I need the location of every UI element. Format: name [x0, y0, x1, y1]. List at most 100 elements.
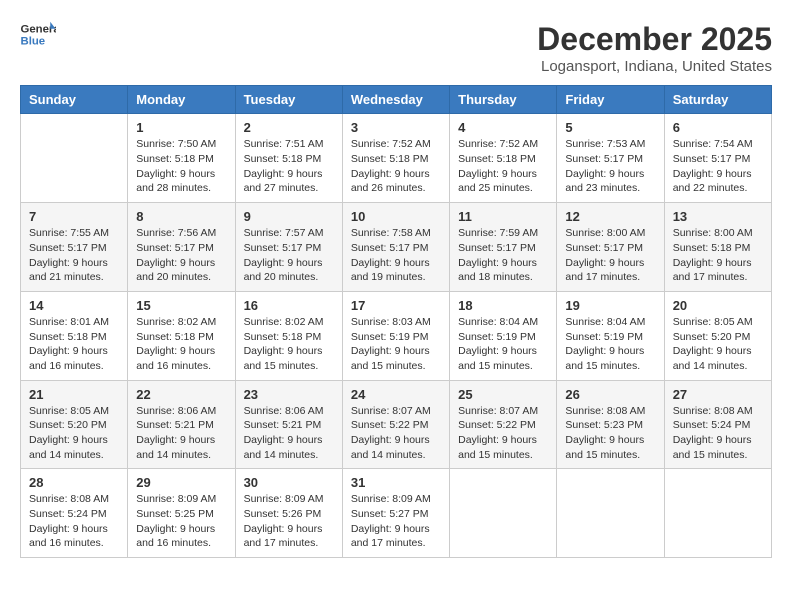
- day-info: Sunrise: 8:04 AMSunset: 5:19 PMDaylight:…: [565, 315, 655, 374]
- table-row: 23 Sunrise: 8:06 AMSunset: 5:21 PMDayligh…: [235, 380, 342, 469]
- day-info: Sunrise: 7:56 AMSunset: 5:17 PMDaylight:…: [136, 226, 226, 285]
- logo: General Blue: [20, 20, 56, 48]
- col-tuesday: Tuesday: [235, 86, 342, 114]
- table-row: 27 Sunrise: 8:08 AMSunset: 5:24 PMDayligh…: [664, 380, 771, 469]
- table-row: 14Sunrise: 8:01 AMSunset: 5:18 PMDayligh…: [21, 291, 128, 380]
- day-number: 24: [351, 387, 441, 402]
- day-info: Sunrise: 8:00 AMSunset: 5:18 PMDaylight:…: [673, 226, 763, 285]
- day-number: 30: [244, 475, 334, 490]
- day-info: Sunrise: 7:57 AMSunset: 5:17 PMDaylight:…: [244, 226, 334, 285]
- day-number: 3: [351, 120, 441, 135]
- title-area: December 2025 Logansport, Indiana, Unite…: [537, 20, 772, 75]
- day-info: Sunrise: 8:07 AMSunset: 5:22 PMDaylight:…: [351, 404, 441, 463]
- day-number: 13: [673, 209, 763, 224]
- day-info: Sunrise: 8:05 AMSunset: 5:20 PMDaylight:…: [29, 404, 119, 463]
- day-number: 14: [29, 298, 119, 313]
- table-row: 9 Sunrise: 7:57 AMSunset: 5:17 PMDaylight…: [235, 203, 342, 292]
- day-info: Sunrise: 7:55 AMSunset: 5:17 PMDaylight:…: [29, 226, 119, 285]
- day-info: Sunrise: 8:06 AMSunset: 5:21 PMDaylight:…: [136, 404, 226, 463]
- calendar-header-row: Sunday Monday Tuesday Wednesday Thursday…: [21, 86, 772, 114]
- day-number: 23: [244, 387, 334, 402]
- day-info: Sunrise: 7:52 AMSunset: 5:18 PMDaylight:…: [458, 137, 548, 196]
- day-info: Sunrise: 8:09 AMSunset: 5:26 PMDaylight:…: [244, 492, 334, 551]
- calendar: Sunday Monday Tuesday Wednesday Thursday…: [20, 85, 772, 558]
- table-row: 25Sunrise: 8:07 AMSunset: 5:22 PMDayligh…: [450, 380, 557, 469]
- col-thursday: Thursday: [450, 86, 557, 114]
- day-info: Sunrise: 8:08 AMSunset: 5:24 PMDaylight:…: [29, 492, 119, 551]
- day-number: 31: [351, 475, 441, 490]
- table-row: 20Sunrise: 8:05 AMSunset: 5:20 PMDayligh…: [664, 291, 771, 380]
- day-number: 28: [29, 475, 119, 490]
- calendar-week-row: 14Sunrise: 8:01 AMSunset: 5:18 PMDayligh…: [21, 291, 772, 380]
- day-info: Sunrise: 8:04 AMSunset: 5:19 PMDaylight:…: [458, 315, 548, 374]
- table-row: 8 Sunrise: 7:56 AMSunset: 5:17 PMDaylight…: [128, 203, 235, 292]
- logo-icon: General Blue: [20, 20, 56, 48]
- day-info: Sunrise: 8:07 AMSunset: 5:22 PMDaylight:…: [458, 404, 548, 463]
- day-info: Sunrise: 8:02 AMSunset: 5:18 PMDaylight:…: [244, 315, 334, 374]
- day-info: Sunrise: 8:08 AMSunset: 5:24 PMDaylight:…: [673, 404, 763, 463]
- table-row: 2Sunrise: 7:51 AMSunset: 5:18 PMDaylight…: [235, 114, 342, 203]
- table-row: 3 Sunrise: 7:52 AMSunset: 5:18 PMDaylight…: [342, 114, 449, 203]
- sub-title: Logansport, Indiana, United States: [537, 58, 772, 75]
- table-row: 13 Sunrise: 8:00 AMSunset: 5:18 PMDayligh…: [664, 203, 771, 292]
- table-row: 31 Sunrise: 8:09 AMSunset: 5:27 PMDayligh…: [342, 469, 449, 558]
- col-saturday: Saturday: [664, 86, 771, 114]
- day-info: Sunrise: 7:51 AMSunset: 5:18 PMDaylight:…: [244, 137, 334, 196]
- table-row: 15 Sunrise: 8:02 AMSunset: 5:18 PMDayligh…: [128, 291, 235, 380]
- day-info: Sunrise: 7:52 AMSunset: 5:18 PMDaylight:…: [351, 137, 441, 196]
- table-row: [21, 114, 128, 203]
- day-info: Sunrise: 8:02 AMSunset: 5:18 PMDaylight:…: [136, 315, 226, 374]
- day-number: 4: [458, 120, 548, 135]
- table-row: 22 Sunrise: 8:06 AMSunset: 5:21 PMDayligh…: [128, 380, 235, 469]
- day-number: 7: [29, 209, 119, 224]
- table-row: 4 Sunrise: 7:52 AMSunset: 5:18 PMDaylight…: [450, 114, 557, 203]
- day-number: 21: [29, 387, 119, 402]
- day-number: 17: [351, 298, 441, 313]
- calendar-week-row: 1Sunrise: 7:50 AMSunset: 5:18 PMDaylight…: [21, 114, 772, 203]
- calendar-week-row: 28 Sunrise: 8:08 AMSunset: 5:24 PMDayligh…: [21, 469, 772, 558]
- day-info: Sunrise: 8:03 AMSunset: 5:19 PMDaylight:…: [351, 315, 441, 374]
- table-row: 12 Sunrise: 8:00 AMSunset: 5:17 PMDayligh…: [557, 203, 664, 292]
- day-info: Sunrise: 8:09 AMSunset: 5:27 PMDaylight:…: [351, 492, 441, 551]
- table-row: 17 Sunrise: 8:03 AMSunset: 5:19 PMDayligh…: [342, 291, 449, 380]
- day-info: Sunrise: 8:09 AMSunset: 5:25 PMDaylight:…: [136, 492, 226, 551]
- table-row: 26 Sunrise: 8:08 AMSunset: 5:23 PMDayligh…: [557, 380, 664, 469]
- day-number: 20: [673, 298, 763, 313]
- day-number: 18: [458, 298, 548, 313]
- day-number: 27: [673, 387, 763, 402]
- day-number: 15: [136, 298, 226, 313]
- table-row: 19 Sunrise: 8:04 AMSunset: 5:19 PMDayligh…: [557, 291, 664, 380]
- table-row: 28 Sunrise: 8:08 AMSunset: 5:24 PMDayligh…: [21, 469, 128, 558]
- day-number: 16: [244, 298, 334, 313]
- table-row: 29 Sunrise: 8:09 AMSunset: 5:25 PMDayligh…: [128, 469, 235, 558]
- table-row: [557, 469, 664, 558]
- day-number: 6: [673, 120, 763, 135]
- main-title: December 2025: [537, 20, 772, 58]
- day-number: 5: [565, 120, 655, 135]
- day-number: 19: [565, 298, 655, 313]
- day-number: 29: [136, 475, 226, 490]
- col-wednesday: Wednesday: [342, 86, 449, 114]
- day-number: 11: [458, 209, 548, 224]
- svg-text:Blue: Blue: [21, 36, 46, 48]
- day-info: Sunrise: 8:06 AMSunset: 5:21 PMDaylight:…: [244, 404, 334, 463]
- calendar-week-row: 21 Sunrise: 8:05 AMSunset: 5:20 PMDayligh…: [21, 380, 772, 469]
- day-info: Sunrise: 7:53 AMSunset: 5:17 PMDaylight:…: [565, 137, 655, 196]
- day-info: Sunrise: 8:08 AMSunset: 5:23 PMDaylight:…: [565, 404, 655, 463]
- day-number: 1: [136, 120, 226, 135]
- day-info: Sunrise: 7:58 AMSunset: 5:17 PMDaylight:…: [351, 226, 441, 285]
- table-row: [664, 469, 771, 558]
- calendar-week-row: 7 Sunrise: 7:55 AMSunset: 5:17 PMDaylight…: [21, 203, 772, 292]
- day-number: 22: [136, 387, 226, 402]
- day-number: 12: [565, 209, 655, 224]
- col-monday: Monday: [128, 86, 235, 114]
- col-sunday: Sunday: [21, 86, 128, 114]
- day-info: Sunrise: 7:59 AMSunset: 5:17 PMDaylight:…: [458, 226, 548, 285]
- table-row: 5 Sunrise: 7:53 AMSunset: 5:17 PMDaylight…: [557, 114, 664, 203]
- day-number: 8: [136, 209, 226, 224]
- day-number: 9: [244, 209, 334, 224]
- day-number: 10: [351, 209, 441, 224]
- day-info: Sunrise: 8:00 AMSunset: 5:17 PMDaylight:…: [565, 226, 655, 285]
- day-number: 26: [565, 387, 655, 402]
- table-row: 10 Sunrise: 7:58 AMSunset: 5:17 PMDayligh…: [342, 203, 449, 292]
